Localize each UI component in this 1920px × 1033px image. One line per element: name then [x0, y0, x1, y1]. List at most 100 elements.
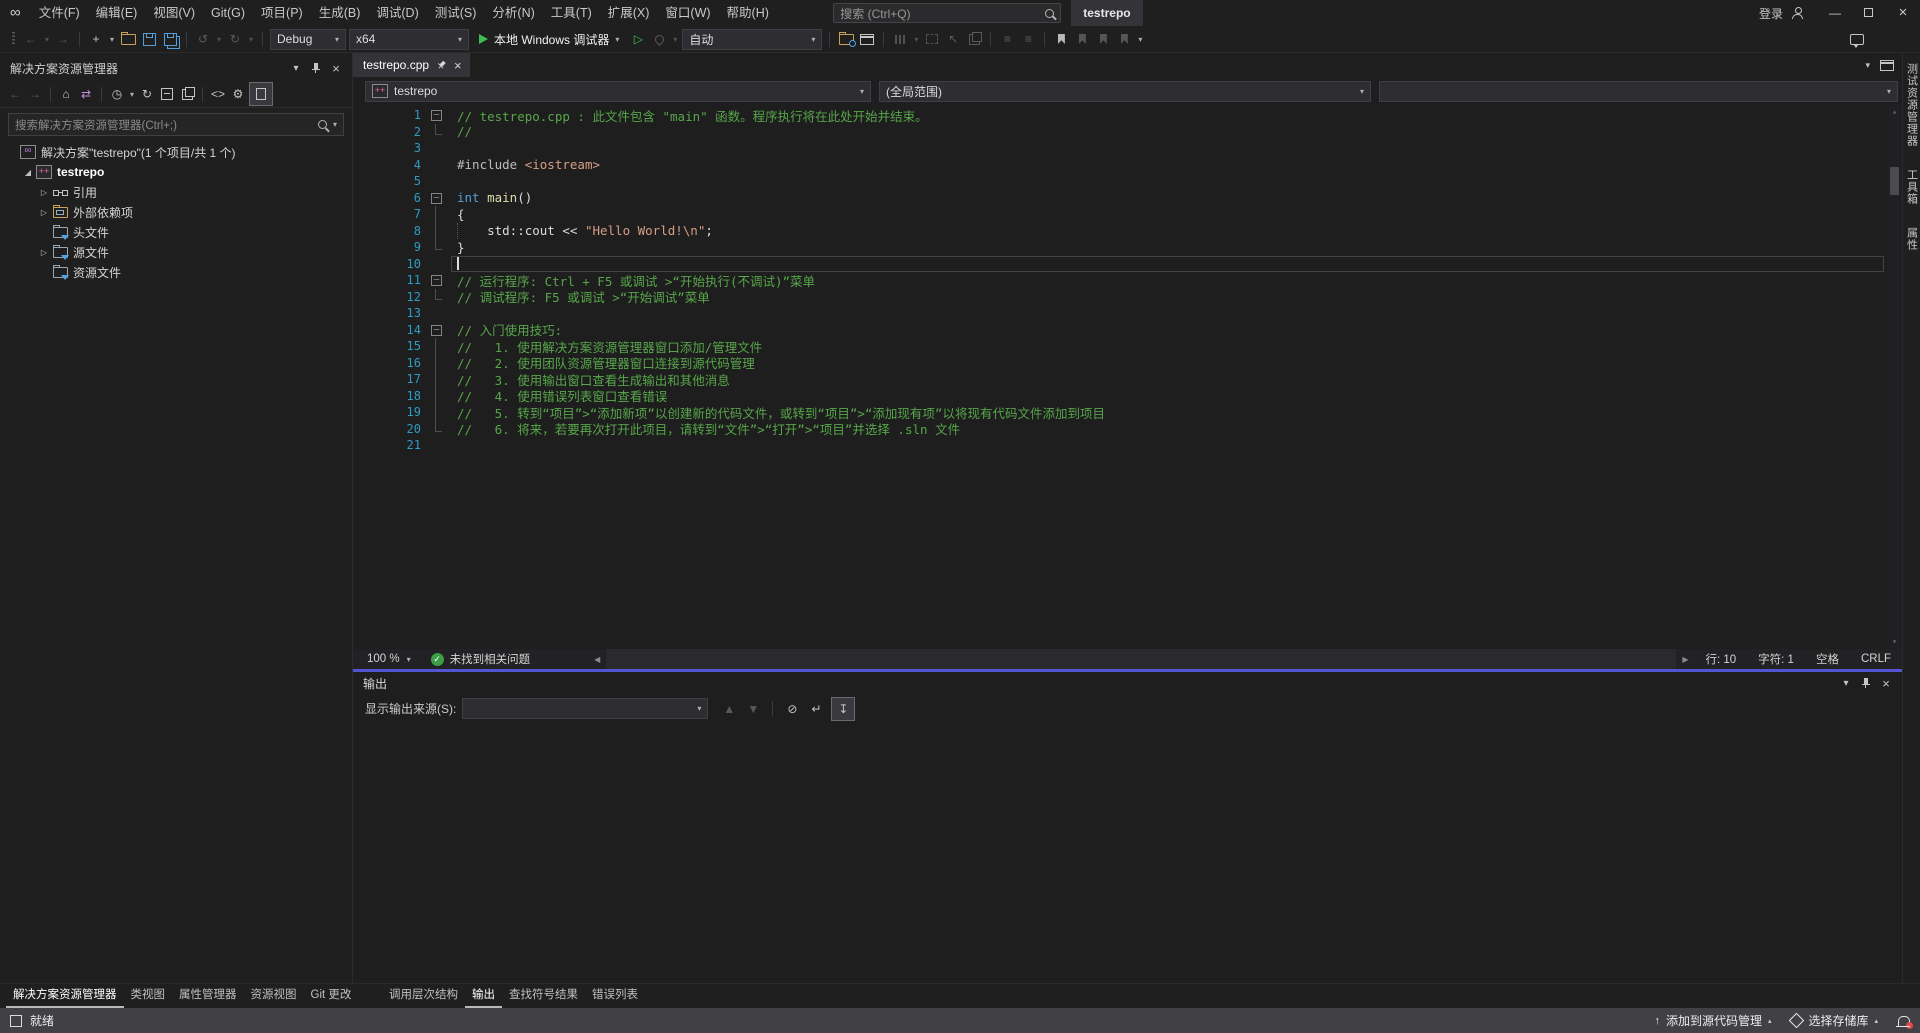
nav-backward-icon[interactable]: ← [22, 29, 40, 49]
redo-icon[interactable]: ↻ [226, 29, 244, 49]
output-word-wrap-icon[interactable]: ↵ [807, 699, 825, 719]
active-files-dropdown-icon[interactable]: ▾ [1865, 60, 1870, 71]
send-feedback-icon[interactable] [1850, 34, 1864, 45]
se-back-icon[interactable]: ← [6, 84, 24, 104]
hot-reload-icon[interactable] [650, 29, 668, 49]
menu-item-10[interactable]: 扩展(X) [600, 0, 658, 26]
save-all-icon[interactable] [161, 29, 179, 49]
output-clear-all-icon[interactable]: ⊘ [783, 699, 801, 719]
spaces-indicator[interactable]: 空格 [1805, 651, 1850, 667]
code-line-11[interactable]: 11–// 运行程序: Ctrl + F5 或调试 >“开始执行(不调试)”菜单 [353, 272, 1886, 289]
code-line-10[interactable]: 10 [353, 256, 1886, 273]
output-autoscroll-button[interactable]: ↧ [831, 697, 855, 721]
pointer-mode-icon[interactable]: ↖ [944, 29, 962, 49]
window-layout-icon[interactable] [858, 29, 876, 49]
code-line-2[interactable]: 2// [353, 124, 1886, 141]
menu-item-5[interactable]: 生成(B) [311, 0, 369, 26]
undo-icon[interactable]: ↺ [194, 29, 212, 49]
nav-forward-icon[interactable]: → [54, 29, 72, 49]
document-health-indicator[interactable]: ✓ 未找到相关问题 [421, 651, 541, 667]
hscroll-left-icon[interactable]: ◀ [588, 655, 606, 664]
home-icon[interactable]: ⌂ [57, 84, 75, 104]
fold-collapse-icon[interactable]: – [431, 110, 442, 121]
menu-item-9[interactable]: 工具(T) [543, 0, 600, 26]
code-line-4[interactable]: 4#include <iostream> [353, 157, 1886, 174]
member-scope-combo[interactable]: ▾ [1379, 81, 1898, 102]
minimize-button[interactable]: — [1818, 0, 1852, 26]
fold-margin[interactable] [421, 256, 451, 273]
selection-mode-icon[interactable] [923, 29, 941, 49]
eol-indicator[interactable]: CRLF [1850, 653, 1902, 665]
fold-margin[interactable]: – [421, 190, 451, 207]
right-autohide-tab-0[interactable]: 测试资源管理器 [1904, 63, 1920, 147]
find-in-files-icon[interactable] [837, 29, 855, 49]
code-line-20[interactable]: 20// 6. 将来，若要再次打开此项目，请转到“文件”>“打开”>“项目”并选… [353, 421, 1886, 438]
fold-margin[interactable] [421, 404, 451, 421]
close-tab-icon[interactable]: × [454, 58, 462, 73]
column-indicator[interactable]: 字符: 1 [1747, 651, 1805, 667]
tree-item-0[interactable]: ∞解决方案"testrepo"(1 个项目/共 1 个) [0, 142, 352, 162]
next-bookmark-icon[interactable] [1094, 29, 1112, 49]
tree-expander-icon[interactable]: ◢ [22, 168, 34, 177]
pending-changes-filter-icon[interactable]: ◷ [108, 84, 126, 104]
menu-item-8[interactable]: 分析(N) [484, 0, 542, 26]
fold-margin[interactable] [421, 173, 451, 190]
code-line-19[interactable]: 19// 5. 转到“项目”>“添加新项”以创建新的代码文件，或转到“项目”>“… [353, 404, 1886, 421]
tree-expander-icon[interactable]: ▷ [38, 248, 50, 257]
output-window-position-icon[interactable]: ▾ [1836, 674, 1856, 694]
toolbar-grip[interactable] [12, 32, 15, 46]
solution-platforms-combo[interactable]: x64▾ [349, 29, 469, 50]
fold-collapse-icon[interactable]: – [431, 275, 442, 286]
output-content[interactable] [353, 722, 1902, 983]
fold-margin[interactable] [421, 388, 451, 405]
redo-caret-icon[interactable]: ▾ [247, 29, 255, 49]
new-project-caret-icon[interactable]: ▾ [108, 29, 116, 49]
code-line-13[interactable]: 13 [353, 305, 1886, 322]
tree-item-1[interactable]: ◢++testrepo [0, 162, 352, 182]
solution-configurations-combo[interactable]: Debug▾ [270, 29, 346, 50]
code-line-12[interactable]: 12// 调试程序: F5 或调试 >“开始调试”菜单 [353, 289, 1886, 306]
fold-margin[interactable]: – [421, 107, 451, 124]
code-line-15[interactable]: 15// 1. 使用解决方案资源管理器窗口添加/管理文件 [353, 338, 1886, 355]
bottom-panel-tab-1[interactable]: 输出 [465, 984, 502, 1008]
code-editor[interactable]: 1–// testrepo.cpp : 此文件包含 "main" 函数。程序执行… [353, 105, 1902, 649]
fold-margin[interactable] [421, 305, 451, 322]
type-scope-combo[interactable]: (全局范围) ▾ [879, 81, 1371, 102]
output-prev-message-icon[interactable]: ▲ [720, 699, 738, 719]
undo-caret-icon[interactable]: ▾ [215, 29, 223, 49]
menu-item-0[interactable]: 文件(F) [31, 0, 88, 26]
start-without-debugging-icon[interactable]: ▷ [629, 29, 647, 49]
tree-item-2[interactable]: ▷引用 [0, 182, 352, 202]
outdent-icon[interactable]: ≡ [998, 29, 1016, 49]
tree-item-3[interactable]: ▷外部依赖项 [0, 202, 352, 222]
menu-item-3[interactable]: Git(G) [203, 0, 253, 26]
code-line-6[interactable]: 6–int main() [353, 190, 1886, 207]
new-project-icon[interactable]: + [87, 29, 105, 49]
left-dock-tab-1[interactable]: 类视图 [124, 984, 173, 1008]
fold-margin[interactable] [421, 223, 451, 240]
bottom-panel-tab-3[interactable]: 错误列表 [585, 984, 645, 1008]
fold-margin[interactable] [421, 239, 451, 256]
save-icon[interactable] [140, 29, 158, 49]
fold-margin[interactable] [421, 124, 451, 141]
code-line-18[interactable]: 18// 4. 使用错误列表窗口查看错误 [353, 388, 1886, 405]
scroll-down-icon[interactable]: ▾ [1887, 635, 1902, 649]
clear-bookmarks-icon[interactable] [1115, 29, 1133, 49]
code-line-8[interactable]: 8 std::cout << "Hello World!\n"; [353, 223, 1886, 240]
float-window-icon[interactable] [1880, 60, 1894, 71]
show-all-files-icon[interactable] [178, 84, 196, 104]
filter-caret-icon[interactable]: ▾ [128, 84, 136, 104]
user-profile-icon[interactable] [1791, 7, 1804, 19]
right-autohide-tab-2[interactable]: 属性 [1904, 227, 1920, 251]
code-line-7[interactable]: 7{ [353, 206, 1886, 223]
fold-margin[interactable] [421, 421, 451, 438]
sign-in-button[interactable]: 登录 [1759, 5, 1783, 22]
close-button[interactable]: × [1886, 0, 1920, 26]
fold-margin[interactable]: – [421, 322, 451, 339]
quick-search-input[interactable]: 搜索 (Ctrl+Q) [833, 3, 1061, 23]
fold-margin[interactable] [421, 355, 451, 372]
menu-item-4[interactable]: 项目(P) [253, 0, 311, 26]
close-panel-icon[interactable]: × [326, 58, 346, 78]
debug-target-combo[interactable]: 自动▾ [682, 29, 822, 50]
preview-selected-items-button[interactable] [249, 82, 273, 106]
